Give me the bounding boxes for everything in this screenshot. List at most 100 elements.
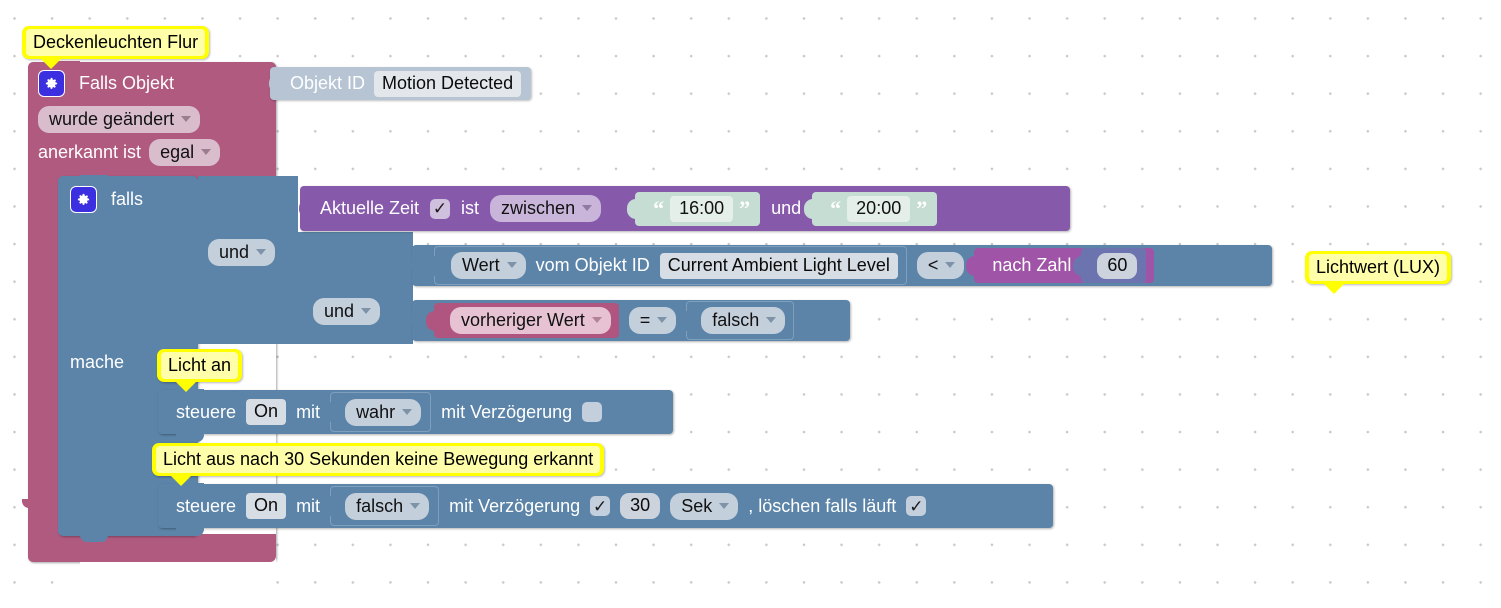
action-delay-value-2[interactable]: 30 — [620, 493, 661, 519]
action-delay-checkbox-1[interactable] — [582, 402, 603, 422]
dropdown-time-mode[interactable]: zwischen — [490, 195, 602, 222]
chevron-down-icon — [402, 408, 413, 415]
time-from-string-block[interactable]: “ 16:00 ” — [627, 191, 761, 226]
dropdown-delay-unit-2[interactable]: Sek — [670, 492, 739, 520]
if-header-row: falls — [70, 186, 143, 213]
comment-note-light-on[interactable]: Licht an — [157, 349, 243, 392]
comment-note-light-off[interactable]: Licht aus nach 30 Sekunden keine Bewegun… — [152, 443, 605, 486]
gear-icon[interactable] — [38, 70, 65, 97]
comment-note-title[interactable]: Deckenleuchten Flur — [22, 26, 210, 69]
comment-tail — [175, 381, 197, 392]
dropdown-action-value-1-label: wahr — [356, 401, 396, 422]
dropdown-get-mode-label: Wert — [462, 255, 500, 275]
action-control-block-1[interactable]: steuere On mit wahr mit Verzögerung — [158, 389, 673, 442]
comment-note-light-off-text: Licht aus nach 30 Sekunden keine Bewegun… — [156, 446, 601, 473]
puzzle-tab — [299, 199, 308, 218]
condition-current-time-block[interactable]: Aktuelle Zeit ✓ ist zwischen “ 16:00 ” u… — [299, 186, 1070, 231]
logic-operator-and-2[interactable]: und — [313, 298, 381, 325]
block-bottom-notch — [176, 434, 204, 442]
logic-operator-and-2-label: und — [324, 301, 355, 321]
puzzle-tab — [426, 310, 435, 331]
quote-open-icon: “ — [830, 195, 842, 221]
chevron-down-icon — [945, 262, 956, 268]
previous-value-block[interactable]: vorheriger Wert — [426, 303, 619, 338]
number-literal-value[interactable]: 60 — [1097, 252, 1138, 279]
dropdown-action-value-1[interactable]: wahr — [345, 398, 422, 426]
action-with-label-1: mit — [296, 401, 321, 422]
dropdown-time-mode-label: zwischen — [501, 198, 576, 218]
quote-close-icon: ” — [916, 195, 928, 221]
dropdown-delay-unit-2-label: Sek — [681, 495, 713, 516]
dropdown-comparison-operator[interactable]: < — [916, 252, 965, 279]
dropdown-ack-value[interactable]: egal — [149, 139, 221, 166]
action-value-wrapper-1[interactable]: wahr — [323, 392, 432, 432]
trigger-change-mode-row: wurde geändert — [38, 106, 201, 133]
if-block-bottom-notch — [80, 533, 108, 542]
action-verb-1: steuere — [176, 401, 237, 422]
dropdown-ack-value-label: egal — [160, 142, 195, 162]
time-to-string-block[interactable]: “ 20:00 ” — [804, 191, 938, 226]
gear-icon[interactable] — [70, 186, 97, 213]
dropdown-comparison-operator-label: < — [927, 255, 939, 275]
object-id-value[interactable]: Motion Detected — [374, 70, 522, 97]
puzzle-tab — [804, 198, 814, 219]
dropdown-get-mode[interactable]: Wert — [451, 252, 526, 279]
block-top-notch — [80, 175, 108, 183]
blockly-workspace[interactable]: Falls Objekt wurde geändert anerkannt is… — [0, 0, 1501, 608]
dropdown-equality-operator[interactable]: = — [628, 307, 677, 334]
convert-to-number-label: nach Zahl — [992, 255, 1072, 275]
puzzle-tab — [323, 402, 333, 422]
dropdown-equality-operator-label: = — [639, 310, 651, 330]
boolean-literal-block[interactable]: falsch — [679, 301, 795, 340]
dropdown-change-mode[interactable]: wurde geändert — [38, 106, 201, 133]
logic-operator-and-1-label: und — [219, 242, 250, 262]
condition-column-inner — [298, 232, 413, 344]
dropdown-action-value-2[interactable]: falsch — [345, 492, 430, 520]
action-delay-label-2: mit Verzögerung — [449, 495, 581, 516]
time-from-value[interactable]: 16:00 — [670, 195, 734, 222]
chevron-down-icon — [361, 308, 372, 314]
comment-note-light-on-text: Licht an — [161, 352, 239, 379]
chevron-down-icon — [766, 317, 777, 323]
comment-tail — [170, 475, 192, 486]
action-delay-checkbox-2[interactable]: ✓ — [590, 496, 611, 516]
condition-previous-value-block[interactable]: vorheriger Wert = falsch — [411, 300, 850, 341]
object-id-block[interactable]: Objekt ID Motion Detected — [269, 67, 532, 100]
get-object-value-block[interactable]: Wert vom Objekt ID Current Ambient Light… — [427, 246, 907, 285]
logic-operator-and-1[interactable]: und — [208, 239, 276, 266]
puzzle-tab — [411, 311, 420, 330]
time-to-value[interactable]: 20:00 — [847, 195, 911, 222]
chevron-down-icon — [582, 205, 593, 211]
action-verb-2: steuere — [176, 495, 237, 516]
number-literal-block[interactable]: 60 — [1073, 248, 1147, 283]
current-time-checkbox[interactable]: ✓ — [430, 198, 451, 219]
chevron-down-icon — [506, 262, 517, 268]
time-conjunction-label: und — [771, 198, 802, 218]
comment-note-title-text: Deckenleuchten Flur — [26, 29, 206, 56]
trigger-bottom-notch — [22, 499, 52, 508]
current-time-label: Aktuelle Zeit — [320, 198, 420, 218]
puzzle-tab — [411, 256, 420, 275]
action-clear-label-2: , löschen falls läuft — [748, 495, 897, 516]
action-clear-checkbox-2[interactable]: ✓ — [906, 496, 927, 516]
from-object-label: vom Objekt ID — [535, 255, 650, 275]
puzzle-tab — [427, 255, 436, 276]
action-target-2[interactable]: On — [246, 493, 287, 519]
trigger-header-row: Falls Objekt — [38, 70, 174, 97]
dropdown-boolean-value[interactable]: falsch — [701, 307, 786, 334]
dropdown-boolean-value-label: falsch — [712, 310, 760, 330]
comment-note-lux[interactable]: Lichtwert (LUX) — [1305, 251, 1452, 294]
chevron-down-icon — [181, 116, 192, 122]
condition-object-id-value[interactable]: Current Ambient Light Level — [659, 252, 898, 279]
action-control-block-2[interactable]: steuere On mit falsch mit Verzögerung ✓ … — [158, 483, 1053, 536]
convert-to-number-block[interactable]: nach Zahl 60 — [966, 248, 1155, 283]
comment-tail — [1323, 283, 1345, 294]
action-target-1[interactable]: On — [246, 399, 287, 425]
if-title: falls — [111, 189, 144, 209]
condition-value-compare-block[interactable]: Wert vom Objekt ID Current Ambient Light… — [411, 245, 1272, 286]
dropdown-previous-value[interactable]: vorheriger Wert — [450, 307, 611, 334]
is-label: ist — [461, 198, 480, 218]
chevron-down-icon — [410, 502, 421, 509]
chevron-down-icon — [256, 249, 267, 255]
action-value-wrapper-2[interactable]: falsch — [323, 486, 440, 526]
